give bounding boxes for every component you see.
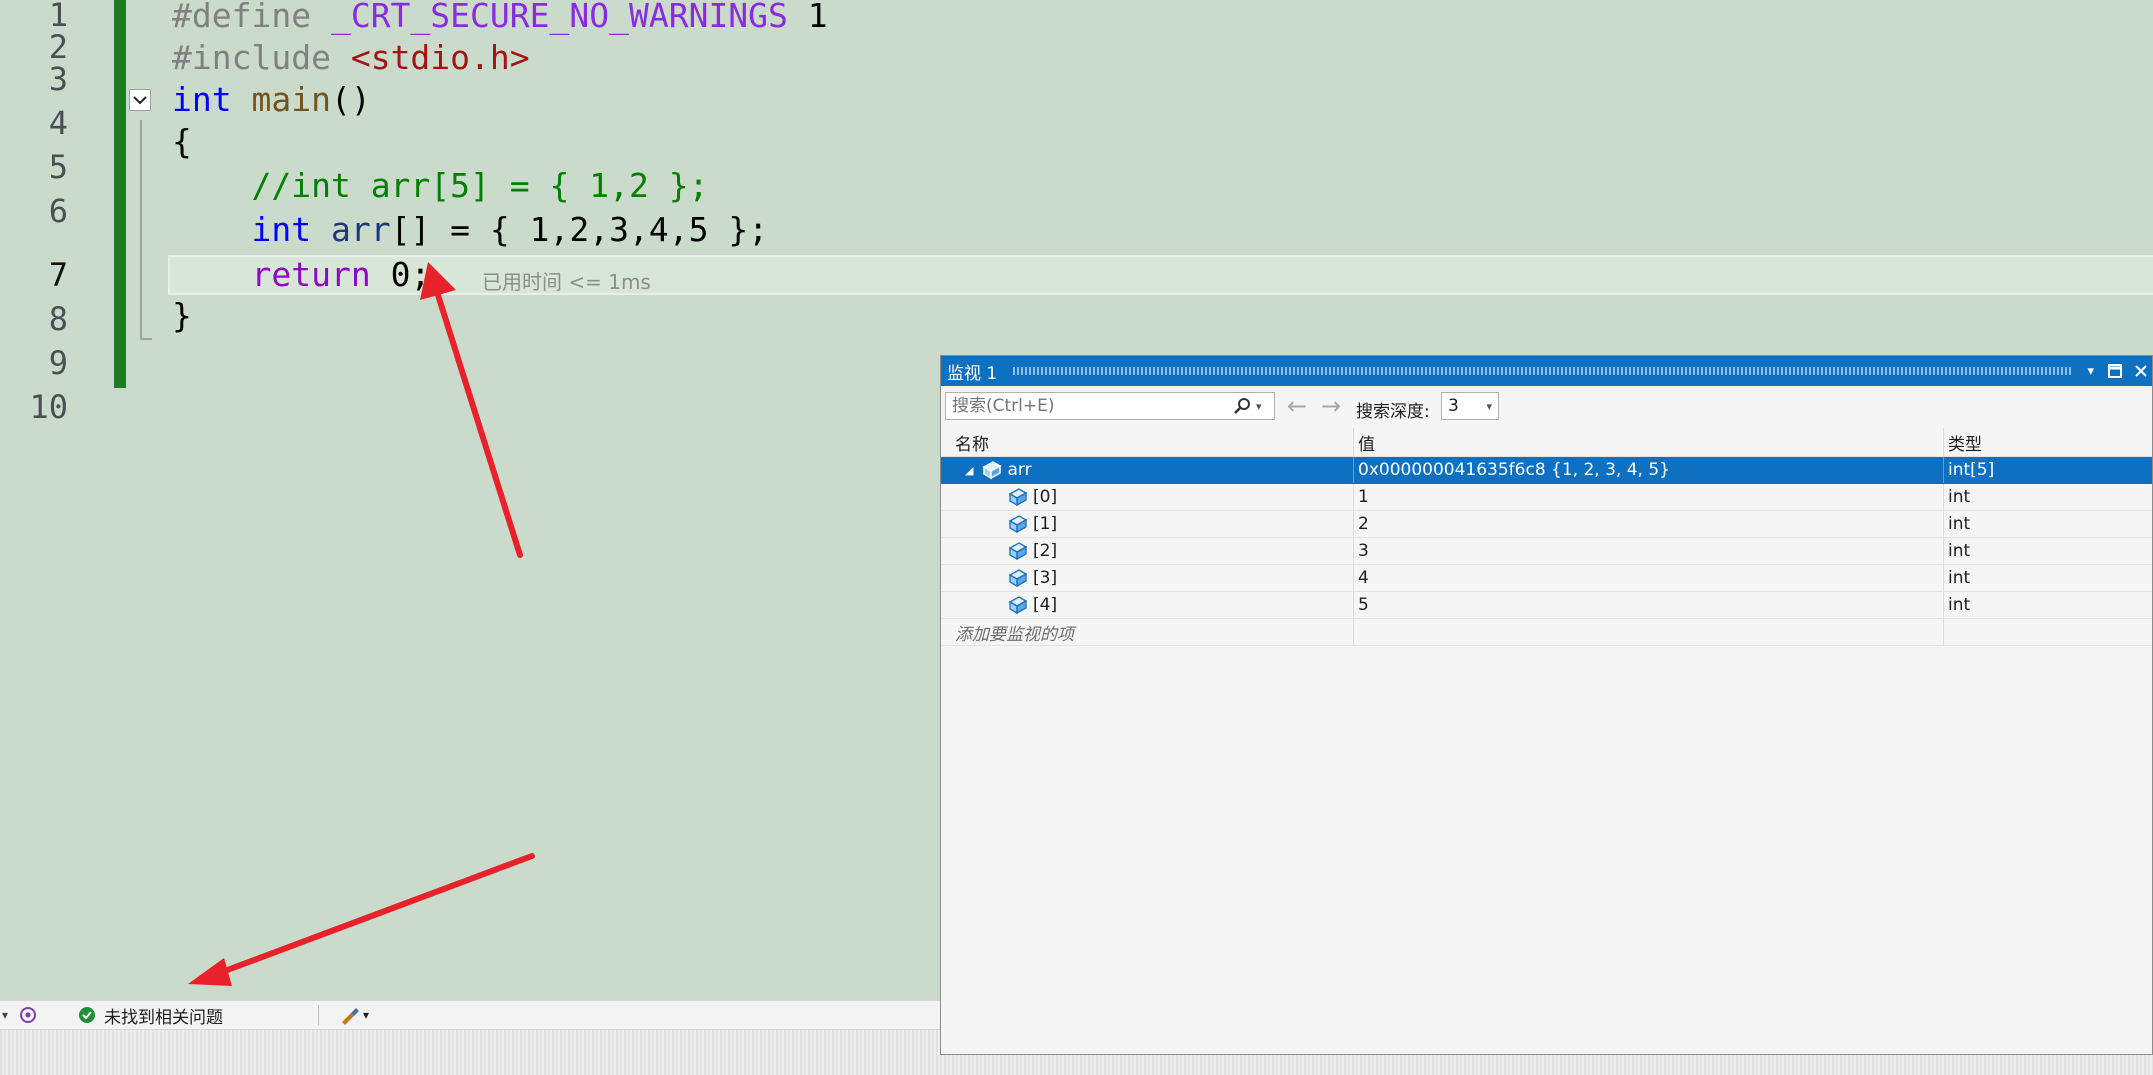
watch-row-child[interactable]: [2] 3 int	[941, 538, 2152, 565]
maximize-icon[interactable]	[2108, 364, 2122, 378]
object-icon	[1007, 594, 1029, 616]
watch-row-child[interactable]: [3] 4 int	[941, 565, 2152, 592]
watch-toolbar: ▾ ← → 搜索深度: 3 ▾	[941, 390, 2152, 424]
type-cell: int	[1943, 538, 2148, 564]
back-arrow-icon[interactable]: ←	[1287, 392, 1307, 420]
type-cell: int	[1943, 565, 2148, 591]
object-icon	[1007, 486, 1029, 508]
element-index: [0]	[1033, 487, 1058, 507]
type-cell-empty	[1943, 619, 2148, 645]
copilot-icon[interactable]	[18, 1005, 38, 1025]
object-icon	[981, 459, 1003, 481]
dropdown-icon[interactable]: ▾	[2087, 364, 2094, 379]
depth-select[interactable]: 3 ▾	[1441, 392, 1499, 420]
watch-title: 监视 1	[947, 363, 998, 384]
depth-value: 3	[1448, 396, 1459, 416]
watch-row-root[interactable]: ◢ arr 0x000000041635f6c8 {1, 2, 3, 4, 5}…	[941, 457, 2152, 484]
element-index: [1]	[1033, 514, 1058, 534]
watch-row-child[interactable]: [0] 1 int	[941, 484, 2152, 511]
variable-name: arr	[1007, 460, 1032, 480]
watch-row-child[interactable]: [1] 2 int	[941, 511, 2152, 538]
status-divider	[318, 1005, 320, 1025]
value-cell-empty	[1353, 619, 1948, 645]
type-cell: int	[1943, 484, 2148, 510]
red-arrow-up	[420, 262, 523, 558]
search-input[interactable]	[946, 395, 1224, 417]
value-cell[interactable]: 4	[1353, 565, 1948, 591]
element-index: [2]	[1033, 541, 1058, 561]
name-cell: [0]	[955, 484, 1397, 510]
name-cell: [2]	[955, 538, 1397, 564]
red-arrow-down-left	[188, 853, 535, 986]
element-index: [3]	[1033, 568, 1058, 588]
forward-arrow-icon[interactable]: →	[1321, 392, 1341, 420]
search-icon[interactable]	[1232, 396, 1252, 416]
depth-label: 搜索深度:	[1356, 402, 1430, 422]
object-icon	[1007, 567, 1029, 589]
collapse-triangle-icon[interactable]: ◢	[965, 464, 973, 477]
name-cell: [3]	[955, 565, 1397, 591]
name-cell: [1]	[955, 511, 1397, 537]
dropdown-arrow-icon[interactable]: ▾	[2, 1008, 8, 1022]
add-watch-hint[interactable]: 添加要监视的项	[955, 619, 1345, 645]
add-watch-row[interactable]: 添加要监视的项	[941, 619, 2152, 646]
value-cell[interactable]: 3	[1353, 538, 1948, 564]
column-header-value[interactable]: 值	[1353, 428, 1948, 456]
column-header-type[interactable]: 类型	[1943, 428, 2148, 456]
close-icon[interactable]	[2134, 364, 2148, 378]
add-watch-text: 添加要监视的项	[955, 624, 1074, 645]
type-cell: int[5]	[1943, 457, 2148, 483]
element-index: [4]	[1033, 595, 1058, 615]
title-grip	[1013, 367, 2072, 375]
editor-status-bar: ▾ 未找到相关问题 ▾	[0, 1000, 940, 1029]
value-cell[interactable]: 1	[1353, 484, 1948, 510]
object-icon	[1007, 513, 1029, 535]
issues-status[interactable]: 未找到相关问题	[104, 1003, 223, 1028]
value-cell[interactable]: 0x000000041635f6c8 {1, 2, 3, 4, 5}	[1353, 457, 1948, 483]
name-cell: [4]	[955, 592, 1397, 618]
value-cell[interactable]: 2	[1353, 511, 1948, 537]
grid-header: 名称 值 类型	[941, 428, 2152, 457]
watch-row-child[interactable]: [4] 5 int	[941, 592, 2152, 619]
chevron-down-icon: ▾	[1486, 399, 1492, 413]
watch-title-bar[interactable]: 监视 1 ▾	[941, 356, 2152, 386]
value-cell[interactable]: 5	[1353, 592, 1948, 618]
watch-grid: 名称 值 类型 ◢ arr 0x000000041635f6c8 {1, 2, …	[941, 428, 2152, 646]
watch-window: 监视 1 ▾ ▾ ← → 搜索深度: 3 ▾ 名称 值 类型	[940, 355, 2153, 1055]
search-box[interactable]: ▾	[945, 392, 1275, 420]
type-cell: int	[1943, 511, 2148, 537]
type-cell: int	[1943, 592, 2148, 618]
search-options-icon[interactable]: ▾	[1256, 400, 1262, 413]
object-icon	[1007, 540, 1029, 562]
column-header-name[interactable]: 名称	[955, 428, 1345, 456]
name-cell: ◢ arr	[955, 457, 1345, 483]
check-circle-icon	[78, 1006, 96, 1024]
brush-icon[interactable]: ▾	[339, 1005, 369, 1025]
